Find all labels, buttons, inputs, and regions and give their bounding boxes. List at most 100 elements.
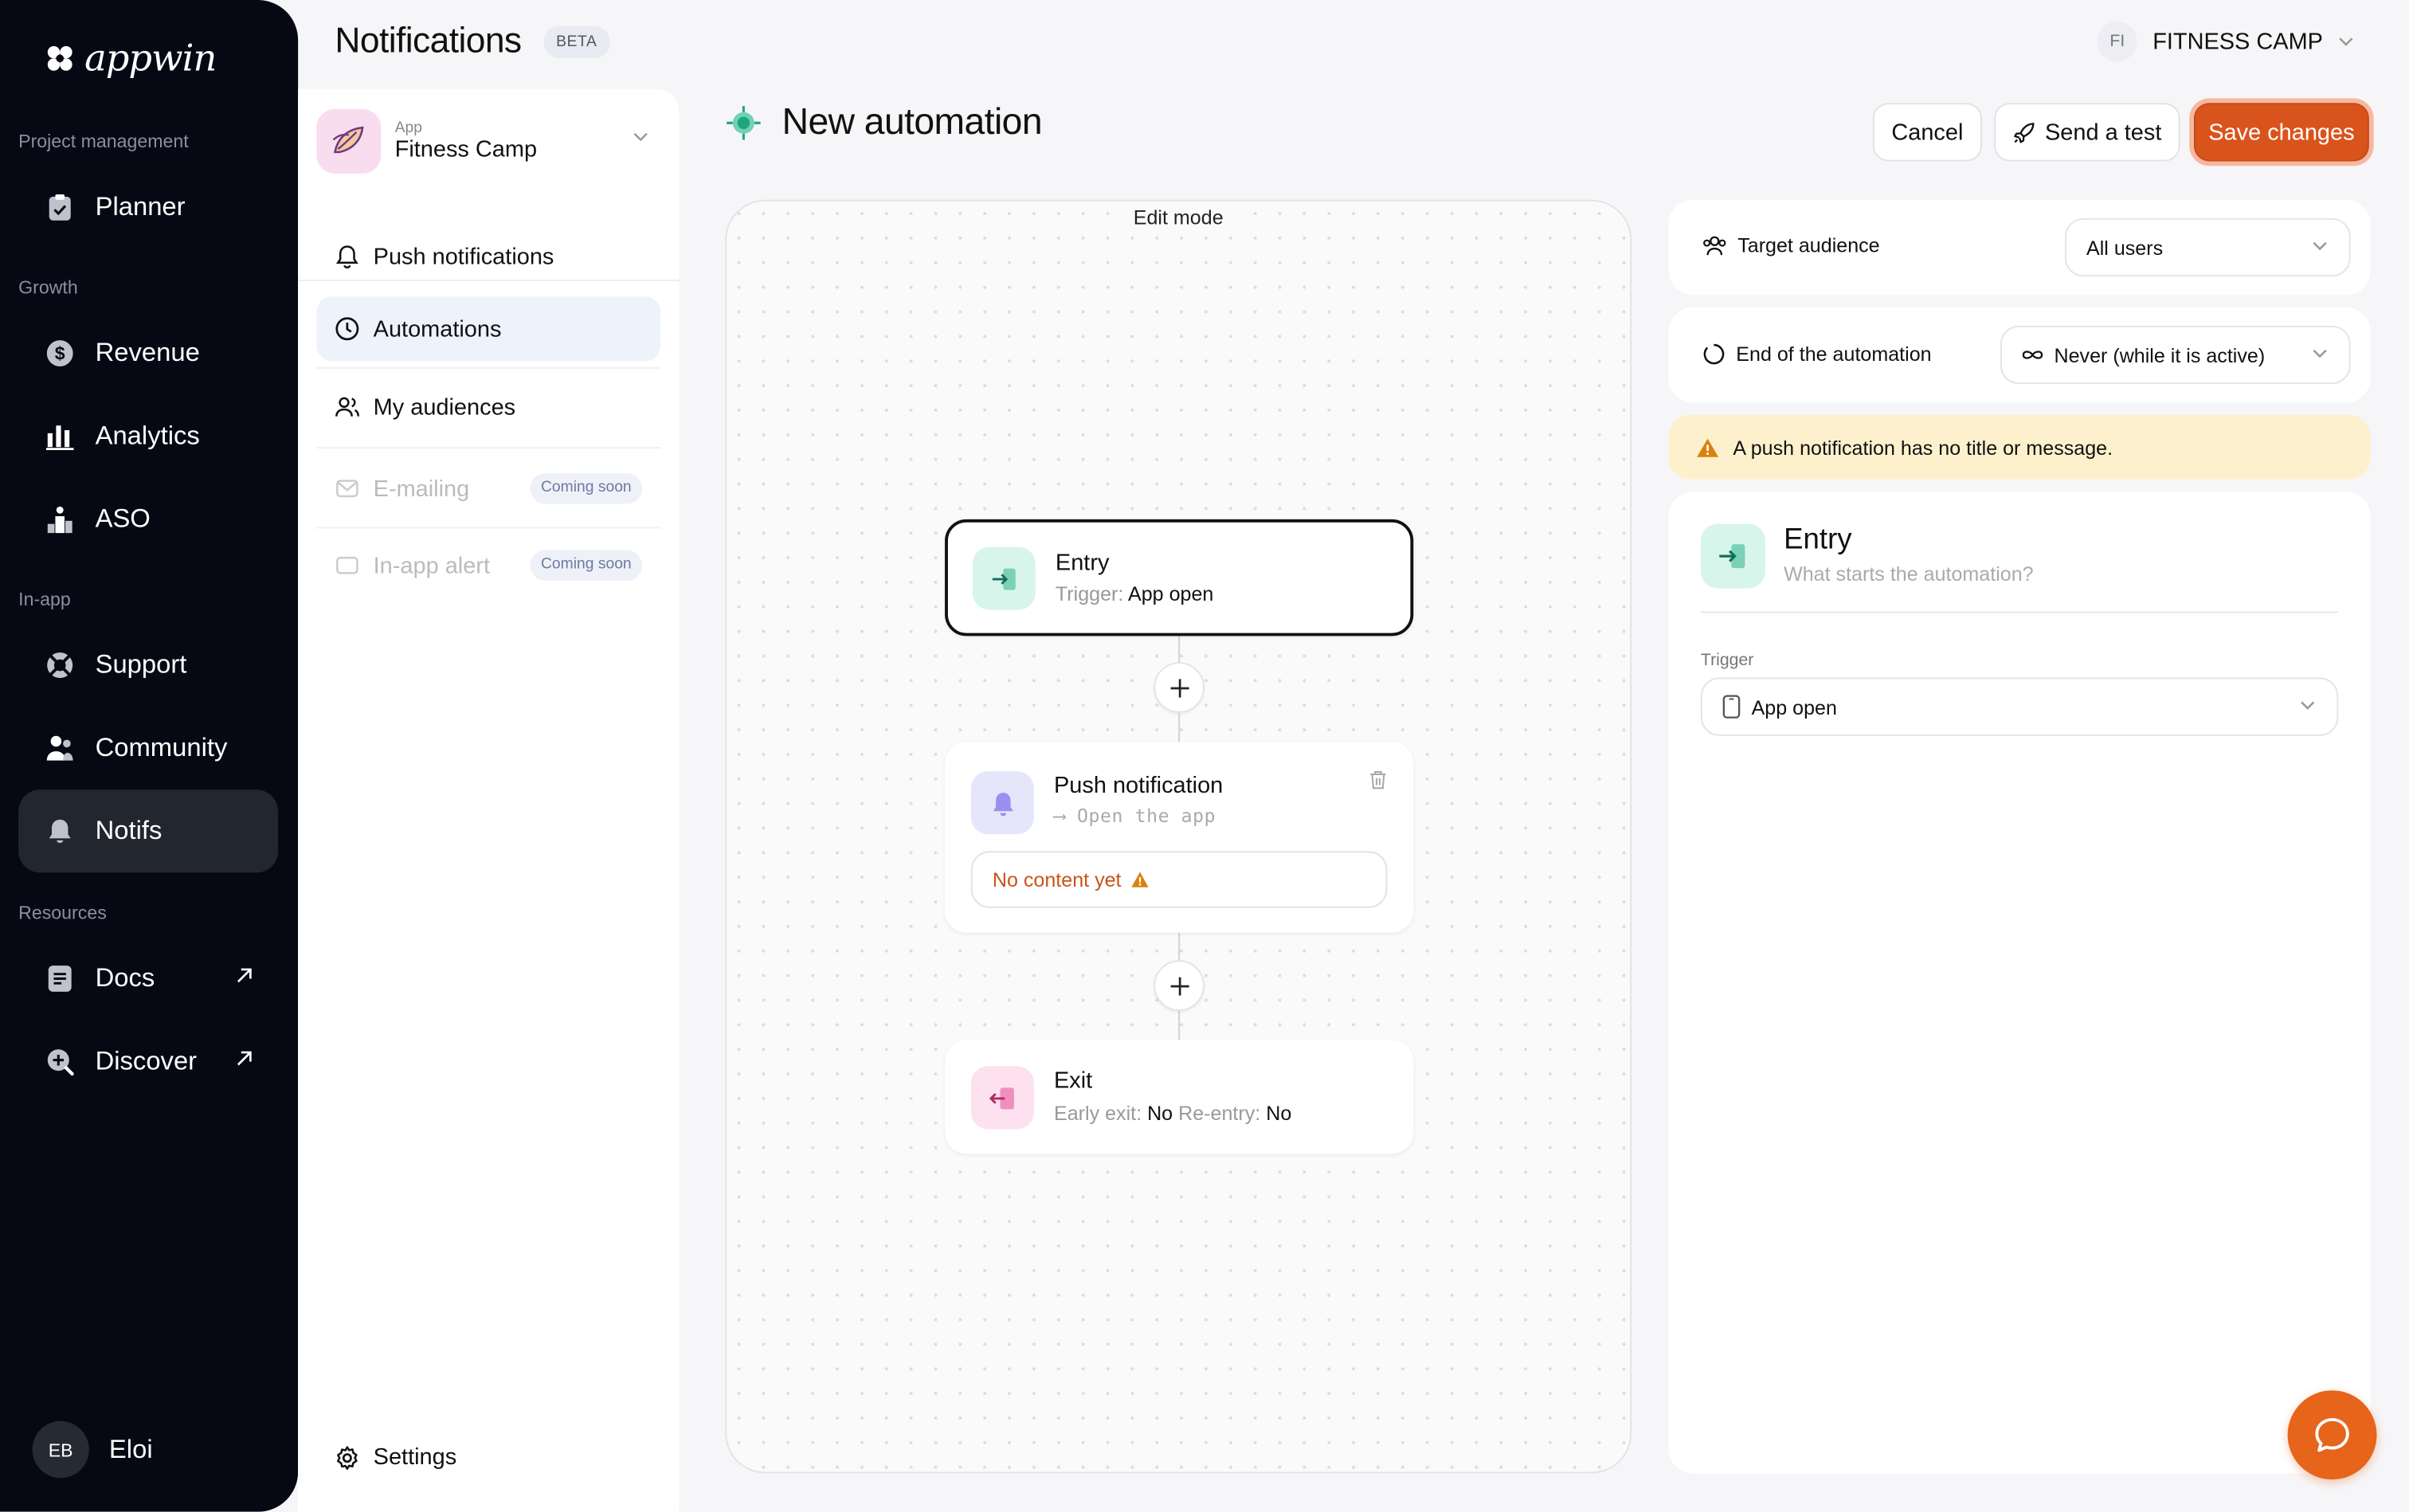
sidebar-item-label: Community [95, 732, 228, 762]
top-bar: Notifications BETA FI FITNESS CAMP [298, 0, 2409, 83]
chevron-down-icon [2312, 349, 2327, 358]
rocket-icon [2013, 120, 2036, 143]
external-link-icon [235, 966, 253, 985]
sidebar-item-label: Discover [95, 1046, 198, 1075]
plus-icon [1169, 976, 1189, 995]
reentry-label: Re-entry: [1178, 1101, 1261, 1125]
sidebar-item-label: Planner [95, 192, 186, 221]
early-exit-value: No [1147, 1101, 1173, 1125]
automation-header: New automation [725, 101, 1043, 144]
sidebar-item-community[interactable]: Community [18, 707, 278, 789]
sidebar-item-label: Revenue [95, 338, 200, 367]
sidebar-item-notifs[interactable]: Notifs [18, 789, 279, 873]
sidebar-item-docs[interactable]: Docs [18, 937, 278, 1020]
end-automation-select[interactable]: Never (while it is active) [2000, 325, 2351, 385]
sidebar-item-label: ASO [95, 503, 151, 534]
app-selector[interactable]: App Fitness Camp [316, 108, 657, 175]
subnav-item-push-notifications[interactable]: Push notifications [316, 225, 660, 289]
infinity-icon [2022, 349, 2043, 361]
subnav-item-my-audiences[interactable]: My audiences [316, 375, 660, 440]
detail-subtitle: What starts the automation? [1784, 562, 2034, 586]
subnav-item-label: In-app alert [373, 552, 491, 579]
divider [316, 366, 661, 369]
lifebuoy-icon [46, 652, 74, 680]
sidebar-item-aso[interactable]: ASO [18, 478, 278, 561]
send-test-button[interactable]: Send a test [1994, 103, 2180, 162]
end-automation-row: End of the automation Never (while it is… [1668, 307, 2371, 403]
sidebar-item-revenue[interactable]: $ Revenue [18, 311, 278, 394]
coming-soon-badge: Coming soon [530, 550, 643, 581]
automation-title: New automation [781, 101, 1043, 143]
subnav-item-e-mailing: E-mailing Coming soon [316, 456, 660, 521]
section-label-growth: Growth [18, 276, 78, 299]
sidebar-item-analytics[interactable]: Analytics [18, 395, 278, 478]
plus-icon [1169, 678, 1189, 697]
no-content-warning[interactable]: No content yet [970, 851, 1388, 908]
trash-icon[interactable] [1369, 770, 1387, 789]
workspace-name: FITNESS CAMP [2152, 28, 2323, 55]
sidebar-item-discover[interactable]: Discover [18, 1020, 278, 1103]
subnav-item-automations[interactable]: Automations [316, 296, 661, 362]
sidebar-item-label: Notifs [95, 816, 163, 845]
push-notification-node[interactable]: Push notification ⟶ Open the app No cont… [945, 742, 1414, 933]
end-automation-value: Never (while it is active) [2054, 343, 2266, 366]
exit-node[interactable]: Exit Early exit: No Re-entry: No [945, 1040, 1414, 1154]
trigger-select[interactable]: App open [1700, 677, 2339, 736]
phone-icon [335, 553, 359, 578]
podium-icon [46, 505, 74, 534]
sidebar-item-support[interactable]: Support [18, 624, 278, 707]
send-test-label: Send a test [2045, 119, 2162, 146]
app-logo-icon [316, 108, 382, 174]
warning-triangle-icon [1130, 871, 1149, 887]
gear-icon [335, 1445, 359, 1470]
automation-status-icon [725, 104, 762, 141]
exit-title: Exit [1053, 1067, 1093, 1095]
push-warning-banner: A push notification has no title or mess… [1668, 414, 2371, 480]
entry-icon [1700, 523, 1765, 589]
target-audience-value: All users [2086, 236, 2164, 259]
step-detail-panel: Entry What starts the automation? Trigge… [1668, 492, 2371, 1474]
end-automation-label: End of the automation [1702, 343, 1932, 366]
sidebar-item-planner[interactable]: Planner [18, 166, 278, 249]
chat-support-button[interactable] [2287, 1390, 2377, 1480]
settings-link[interactable]: Settings [335, 1444, 456, 1471]
exit-icon [970, 1066, 1034, 1130]
section-label-resources: Resources [18, 902, 107, 924]
add-step-button[interactable] [1154, 960, 1204, 1011]
cancel-button[interactable]: Cancel [1872, 103, 1982, 162]
bell-icon [46, 817, 74, 845]
push-action: ⟶ Open the app [1053, 805, 1216, 827]
subnav-item-label: My audiences [373, 394, 516, 421]
brand-name: appwin [84, 37, 217, 80]
entry-node[interactable]: Entry Trigger: App open [945, 519, 1414, 637]
divider [1700, 611, 2339, 613]
clock-icon [335, 316, 359, 341]
target-audience-select[interactable]: All users [2064, 217, 2351, 277]
sidebar-item-label: Analytics [95, 421, 200, 451]
app-name: Fitness Camp [394, 136, 538, 163]
chevron-down-icon [2338, 37, 2353, 46]
add-step-button[interactable] [1154, 662, 1204, 713]
app-window: appwin Project management Planner Growth… [0, 0, 2409, 1512]
workspace-switcher[interactable]: FI FITNESS CAMP [2097, 21, 2354, 62]
detail-title: Entry [1784, 523, 1852, 557]
section-label-project-management: Project management [18, 130, 189, 152]
early-exit-label: Early exit: [1053, 1101, 1142, 1125]
sidebar-item-label: Docs [95, 963, 155, 993]
section-label-in-app: In-app [18, 588, 71, 610]
user-name: Eloi [108, 1434, 153, 1463]
entry-title: Entry [1055, 550, 1110, 577]
user-profile[interactable]: EB Eloi [32, 1420, 153, 1479]
automation-canvas[interactable]: Edit mode Entry Trigger: App open Push n… [725, 199, 1632, 1474]
page-title: Notifications [335, 20, 522, 61]
save-changes-button[interactable]: Save changes [2193, 103, 2369, 162]
entry-trigger-label: Trigger: [1055, 582, 1124, 605]
beta-badge: BETA [543, 25, 609, 59]
discover-search-icon [46, 1048, 74, 1075]
logo[interactable]: appwin [46, 37, 217, 80]
subnav-item-label: Push notifications [373, 243, 554, 270]
subnav-item-label: E-mailing [373, 475, 470, 502]
appwin-logo-icon [47, 45, 72, 71]
target-audience-row: Target audience All users [1668, 199, 2371, 296]
chevron-down-icon [2312, 241, 2327, 251]
